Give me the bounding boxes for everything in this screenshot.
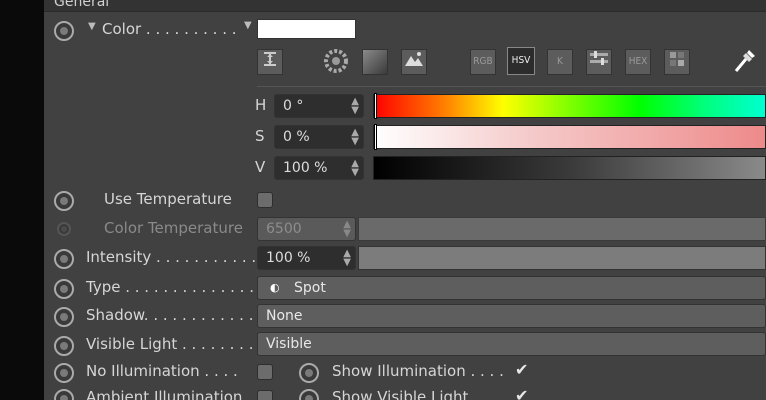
ambient-illumination-label: Ambient Illumination [86, 388, 243, 400]
use-temperature-keyframe-button[interactable] [54, 191, 74, 211]
group-title: General [54, 0, 110, 10]
saturation-value: 0 % [283, 129, 310, 145]
kelvin-mode-button[interactable]: K [547, 49, 573, 75]
intensity-label: Intensity . . . . . . . . . . . [86, 248, 257, 266]
visible-light-value: Visible [266, 336, 312, 352]
no-illumination-checkbox[interactable] [257, 364, 273, 380]
saturation-slider-handle[interactable] [374, 124, 377, 150]
shadow-label: Shadow. . . . . . . . . . . . [86, 306, 254, 324]
value-input[interactable]: 100 % ▲ ▼ [274, 156, 364, 180]
no-illumination-label: No Illumination . . . . [86, 362, 238, 380]
value-slider[interactable] [373, 156, 766, 180]
hue-label: H [255, 96, 267, 114]
saturation-label: S [255, 127, 265, 145]
saturation-stepper-icon[interactable]: ▲ ▼ [351, 128, 359, 147]
hsv-mode-button[interactable]: HSV [507, 47, 535, 75]
shadow-dropdown[interactable]: None [257, 304, 766, 328]
intensity-slider[interactable] [358, 246, 766, 270]
type-keyframe-button[interactable] [54, 279, 74, 299]
intensity-stepper-icon[interactable]: ▲ ▼ [343, 249, 351, 268]
expand-arrow-icon[interactable]: ▼ [88, 21, 96, 32]
shadow-keyframe-button[interactable] [54, 307, 74, 327]
color-temperature-slider [358, 217, 766, 241]
intensity-value: 100 % [266, 250, 311, 266]
show-illumination-label: Show Illumination . . . . [332, 362, 504, 380]
use-temperature-label: Use Temperature [104, 190, 232, 208]
color-temperature-input: 6500 ▲ ▼ [257, 217, 356, 241]
use-temperature-checkbox[interactable] [257, 192, 273, 208]
show-visible-light-keyframe-button[interactable] [299, 389, 319, 400]
intensity-input[interactable]: 100 % ▲ ▼ [257, 246, 356, 270]
show-illumination-checkbox[interactable]: ✔ [515, 360, 528, 379]
type-value: Spot [294, 280, 326, 296]
color-keyframe-button[interactable] [54, 21, 74, 41]
saturation-input[interactable]: 0 % ▲ ▼ [274, 125, 364, 149]
mixer-icon[interactable] [586, 49, 612, 75]
swatches-icon[interactable] [664, 49, 690, 75]
color-swatch[interactable] [257, 19, 356, 39]
hue-slider[interactable] [373, 93, 766, 119]
image-icon[interactable] [401, 49, 427, 75]
show-illumination-keyframe-button[interactable] [299, 363, 319, 383]
hue-value: 0 ° [283, 98, 304, 114]
eyedropper-icon[interactable] [732, 47, 758, 73]
visible-light-label: Visible Light . . . . . . . . [86, 335, 254, 353]
saturation-slider[interactable] [373, 124, 766, 150]
toolbar-separator [257, 86, 766, 87]
type-dropdown[interactable]: ◐ Spot [257, 276, 766, 300]
show-visible-light-label: Show Visible Light [332, 388, 469, 400]
spectrum-icon[interactable] [362, 49, 388, 75]
value-value: 100 % [283, 160, 328, 176]
rgb-mode-button[interactable]: RGB [470, 49, 496, 75]
color-label: Color . . . . . . . . . . [102, 20, 237, 38]
no-illumination-keyframe-button[interactable] [54, 363, 74, 383]
ambient-illumination-checkbox[interactable] [257, 390, 273, 400]
visible-light-dropdown[interactable]: Visible [257, 332, 766, 356]
value-label: V [255, 158, 266, 176]
spotlight-icon: ◐ [270, 281, 280, 294]
attribute-panel: General ▼ Color . . . . . . . . . . ▼ RG… [44, 0, 766, 400]
color-temperature-stepper-icon: ▲ ▼ [343, 219, 351, 239]
ambient-illumination-keyframe-button[interactable] [54, 389, 74, 400]
hue-input[interactable]: 0 ° ▲ ▼ [274, 94, 364, 118]
color-picker-mode-icon[interactable] [257, 49, 283, 75]
hex-mode-button[interactable]: HEX [625, 49, 651, 75]
visible-light-keyframe-button[interactable] [54, 336, 74, 356]
type-label: Type . . . . . . . . . . . . . . [86, 278, 254, 296]
color-temperature-label: Color Temperature [104, 219, 243, 237]
left-strip [0, 0, 44, 400]
group-header[interactable] [44, 0, 766, 12]
color-menu-arrow-icon[interactable]: ▼ [244, 20, 252, 31]
value-stepper-icon[interactable]: ▲ ▼ [351, 159, 359, 178]
hue-stepper-icon[interactable]: ▲ ▼ [351, 97, 359, 116]
color-wheel-icon[interactable] [323, 49, 349, 75]
hue-slider-handle[interactable] [374, 93, 377, 119]
color-temperature-value: 6500 [266, 221, 302, 237]
intensity-keyframe-button[interactable] [54, 249, 74, 269]
shadow-value: None [266, 308, 303, 324]
show-visible-light-checkbox[interactable]: ✔ [515, 386, 528, 400]
color-temperature-keyframe-button [57, 222, 71, 236]
